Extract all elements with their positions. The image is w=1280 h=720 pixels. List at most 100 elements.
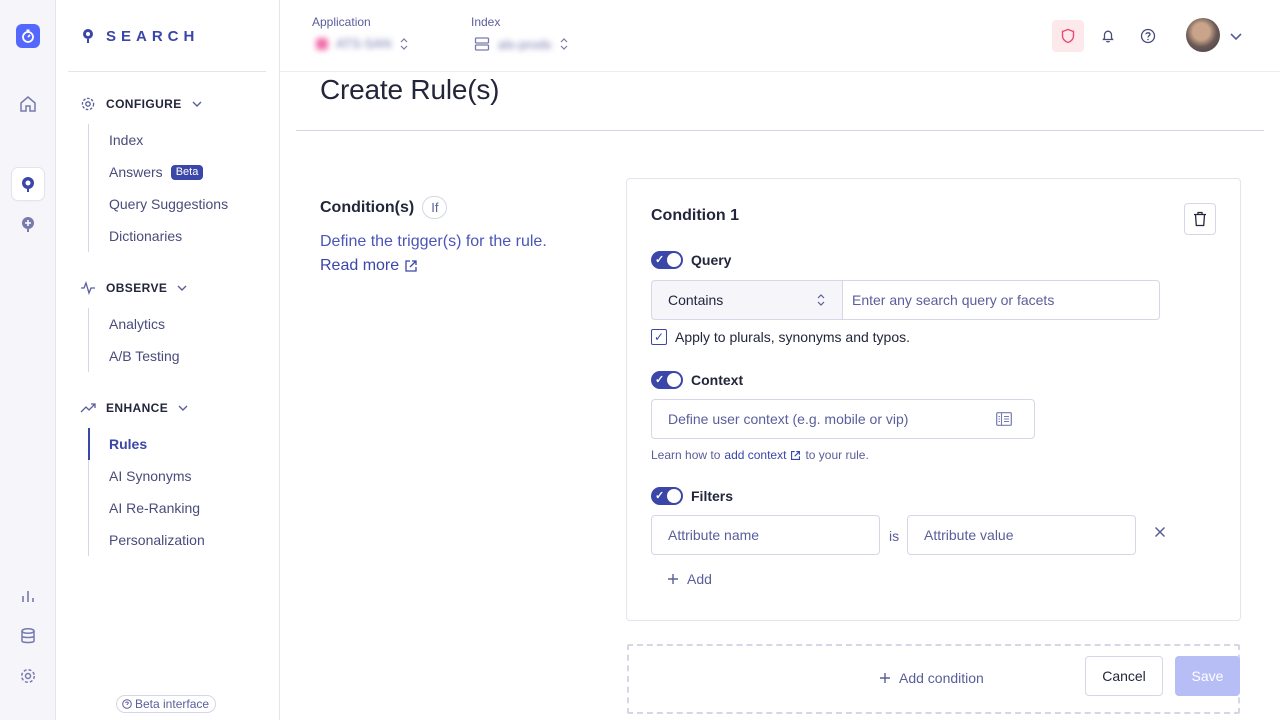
section-observe[interactable]: OBSERVE [80,280,187,296]
sidebar-item-answers[interactable]: Answers Beta [89,156,228,188]
sidebar-item-index[interactable]: Index [89,124,228,156]
toggle-knob [667,253,681,267]
conditions-header: Condition(s) If [320,196,448,219]
top-bar: Application ATS-SAN Index als-prods [280,0,1280,72]
help-icon[interactable] [1132,20,1164,52]
attribute-value-wrapper [907,515,1136,555]
check-icon: ✓ [655,374,665,386]
conditions-title: Condition(s) [320,198,415,216]
sidebar: SEARCH CONFIGURE Index Answers Beta Query… [56,0,280,720]
condition-title: Condition 1 [651,207,739,224]
query-input[interactable] [843,281,1159,319]
application-selector[interactable]: ATS-SAN [316,36,409,51]
context-hint: Learn how to add context to your rule. [651,448,869,462]
sidebar-item-label: Analytics [109,316,166,332]
save-button[interactable]: Save [1175,656,1240,696]
section-enhance[interactable]: ENHANCE [80,400,188,416]
add-condition-button[interactable]: Add condition [879,670,984,686]
pulse-icon [81,281,95,295]
sidebar-item-label: Dictionaries [109,228,183,244]
app-color-swatch [316,37,328,50]
sidebar-item-personalization[interactable]: Personalization [89,524,205,556]
section-title: ENHANCE [106,401,169,415]
sidebar-item-label: AI Re-Ranking [109,500,201,516]
sidebar-item-label: Query Suggestions [109,196,229,212]
sidebar-item-label: AI Synonyms [109,468,192,484]
conditions-description: Define the trigger(s) for the rule. Read… [320,230,580,278]
external-link-icon [791,450,801,460]
home-icon[interactable] [12,88,44,120]
sidebar-item-rules[interactable]: Rules [88,428,205,460]
avatar[interactable] [1186,18,1220,52]
apply-plurals-label: Apply to plurals, synonyms and typos. [675,329,911,345]
context-toggle[interactable]: ✓ [651,371,683,389]
index-selector[interactable]: als-prods [474,36,569,52]
chevron-up-down-icon [561,38,568,50]
hint-prefix: Learn how to [651,448,721,462]
database-icon[interactable] [12,620,44,652]
read-more-label: Read more [320,257,400,274]
is-label: is [889,528,900,544]
index-value: als-prods [498,36,552,52]
bar-chart-icon[interactable] [12,580,44,612]
brand[interactable]: SEARCH [82,26,199,46]
query-toggle[interactable]: ✓ [651,251,683,269]
filters-toggle[interactable]: ✓ [651,487,683,505]
index-label: Index [471,15,501,29]
trash-icon [1194,211,1206,227]
delete-condition-button[interactable] [1184,203,1216,235]
application-label: Application [312,15,371,29]
section-title: OBSERVE [106,281,168,295]
condition-card: Condition 1 ✓ Query Contains ✓ Apply to … [626,178,1241,621]
plus-icon [880,673,890,683]
remove-filter-button[interactable] [1153,525,1167,539]
search-product-icon[interactable] [12,168,44,200]
add-condition-label: Add condition [899,670,984,686]
application-value: ATS-SAN [336,36,392,51]
bell-icon[interactable] [1092,20,1124,52]
section-configure[interactable]: CONFIGURE [80,96,202,112]
recommend-product-icon[interactable] [12,208,44,240]
gear-icon [81,97,95,111]
sidebar-item-ab-testing[interactable]: A/B Testing [89,340,180,372]
attribute-name-input[interactable] [652,516,879,554]
add-filter-button[interactable]: Add [667,571,712,587]
sidebar-item-ai-synonyms[interactable]: AI Synonyms [89,460,205,492]
sidebar-item-label: Rules [109,436,148,452]
app-logo-icon[interactable] [16,24,40,48]
context-input[interactable] [652,400,996,438]
product-rail [0,0,56,720]
beta-badge: Beta [170,164,204,180]
sidebar-item-dictionaries[interactable]: Dictionaries [89,220,228,252]
read-more-link[interactable]: Read more [320,254,580,278]
beta-interface-badge[interactable]: Beta interface [116,695,217,713]
plus-icon [668,574,678,584]
if-pill: If [422,196,448,219]
chevron-up-down-icon [817,294,825,306]
check-icon: ✓ [655,490,665,502]
external-link-icon [405,260,417,272]
apply-plurals-checkbox[interactable]: ✓ [651,329,667,345]
settings-icon[interactable] [12,660,44,692]
add-context-link[interactable]: add context [724,448,786,462]
context-toggle-row: ✓ Context [651,371,743,389]
sidebar-item-label: A/B Testing [109,348,180,364]
divider [296,130,1264,131]
query-operator-select[interactable]: Contains [651,280,843,320]
apply-plurals-row: ✓ Apply to plurals, synonyms and typos. [651,329,910,345]
chevron-down-icon[interactable] [1220,20,1252,52]
add-filter-label: Add [687,571,712,587]
sidebar-item-ai-re-ranking[interactable]: AI Re-Ranking [89,492,205,524]
chevron-down-icon [178,405,188,411]
chevron-up-down-icon [400,37,408,50]
nav-group-observe: Analytics A/B Testing [88,308,180,372]
sidebar-item-query-suggestions[interactable]: Query Suggestions [89,188,228,220]
nav-group-enhance: Rules AI Synonyms AI Re-Ranking Personal… [88,428,205,556]
shield-icon[interactable] [1052,20,1084,52]
attribute-value-input[interactable] [908,516,1135,554]
sidebar-item-analytics[interactable]: Analytics [89,308,180,340]
hint-suffix: to your rule. [805,448,869,462]
cancel-button[interactable]: Cancel [1085,656,1163,696]
toggle-knob [667,489,681,503]
context-list-icon[interactable] [996,412,1012,426]
